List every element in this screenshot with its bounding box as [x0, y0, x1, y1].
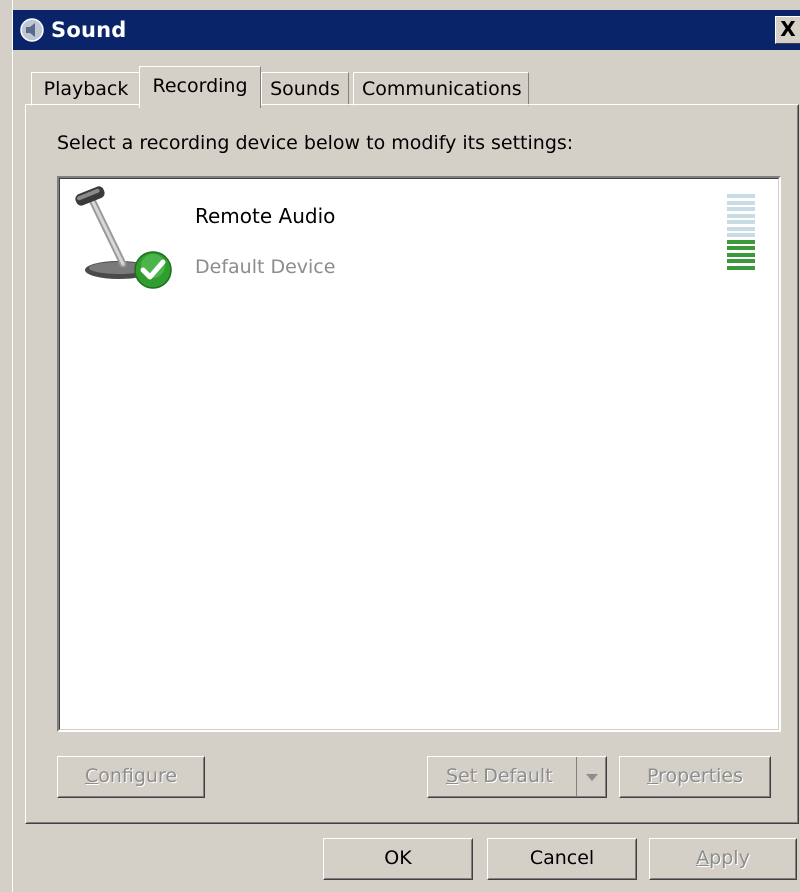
recording-device-list[interactable]: Remote Audio Default Device: [57, 176, 781, 732]
level-meter-segment: [727, 200, 755, 205]
device-name: Remote Audio: [195, 204, 336, 228]
level-meter-segment: [727, 220, 755, 224]
sound-dialog: Sound X Playback Recording Sounds Commun…: [12, 0, 800, 892]
ok-button[interactable]: OK: [323, 838, 473, 880]
speaker-icon: [20, 18, 44, 42]
cancel-button[interactable]: Cancel: [487, 838, 637, 880]
level-meter-segment: [727, 194, 755, 198]
level-meter-segment: [727, 213, 755, 218]
level-meter-segment: [727, 226, 755, 231]
configure-button[interactable]: Configure: [57, 756, 205, 798]
apply-button[interactable]: Apply: [649, 838, 797, 880]
level-meter-segment: [727, 233, 755, 237]
title-bar[interactable]: Sound X: [13, 10, 800, 50]
tab-sounds[interactable]: Sounds: [261, 72, 349, 106]
window-title: Sound: [51, 18, 127, 42]
instructions-text: Select a recording device below to modif…: [57, 132, 574, 154]
tab-playback[interactable]: Playback: [31, 72, 141, 106]
level-meter-segment: [727, 207, 755, 211]
level-meter-segment: [727, 259, 755, 263]
device-item-remote-audio[interactable]: Remote Audio Default Device: [67, 184, 767, 294]
level-meter-segment: [727, 239, 755, 244]
level-meter-segment: [727, 246, 755, 250]
set-default-button[interactable]: Set Default: [427, 756, 607, 798]
close-button[interactable]: X: [775, 16, 800, 44]
tab-communications[interactable]: Communications: [353, 72, 529, 106]
chevron-down-icon[interactable]: [576, 757, 606, 797]
level-meter-segment: [727, 252, 755, 257]
device-status: Default Device: [195, 256, 336, 278]
properties-button[interactable]: Properties: [619, 756, 771, 798]
green-check-icon: [134, 251, 172, 289]
level-meter-segment: [727, 265, 755, 270]
tab-recording[interactable]: Recording: [139, 66, 261, 108]
level-meter: [727, 194, 757, 274]
